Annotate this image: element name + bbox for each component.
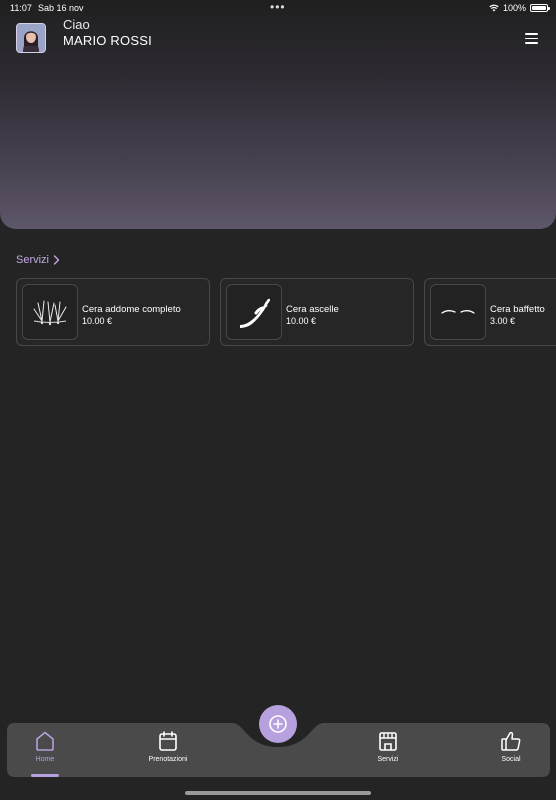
plus-circle-icon <box>269 715 287 733</box>
thumbs-up-icon <box>501 731 521 751</box>
calendar-icon <box>159 731 177 751</box>
status-date: Sab 16 nov <box>38 3 84 13</box>
service-name: Cera baffetto <box>490 304 545 315</box>
avatar[interactable] <box>16 23 46 53</box>
service-name: Cera addome completo <box>82 304 181 315</box>
service-thumbnail <box>22 284 78 340</box>
status-bar: 11:07 Sab 16 nov ••• 100% <box>0 0 556 16</box>
wifi-icon <box>489 4 499 12</box>
active-tab-indicator <box>31 774 59 777</box>
service-price: 10.00 € <box>82 316 113 326</box>
service-card[interactable]: Cera ascelle 10.00 € <box>220 278 414 346</box>
arm-icon <box>240 298 271 328</box>
service-price: 3.00 € <box>490 316 516 326</box>
greeting: Ciao <box>63 17 90 32</box>
service-card[interactable]: Cera addome completo 10.00 € <box>16 278 210 346</box>
tab-home[interactable]: Home <box>10 730 80 763</box>
services-section-link[interactable]: Servizi <box>16 254 60 266</box>
add-booking-button[interactable] <box>259 705 297 743</box>
service-name: Cera ascelle <box>286 304 339 315</box>
home-icon <box>36 731 54 751</box>
hamburger-menu-icon[interactable] <box>525 33 538 44</box>
status-indicators: 100% <box>489 3 550 13</box>
tab-social-label: Social <box>501 756 521 763</box>
tab-prenotazioni[interactable]: Prenotazioni <box>133 730 203 763</box>
multitasking-dots-icon[interactable]: ••• <box>270 0 286 14</box>
status-time: 11:07 <box>10 3 32 13</box>
services-section-title: Servizi <box>16 254 50 266</box>
avatar-portrait-icon <box>17 24 45 52</box>
tab-servizi-label: Servizi <box>377 756 399 763</box>
service-price: 10.00 € <box>286 316 317 326</box>
hair-growth-icon <box>33 300 67 326</box>
service-thumbnail <box>430 284 486 340</box>
services-carousel[interactable]: Cera addome completo 10.00 € Cera ascell… <box>16 278 556 346</box>
tab-social[interactable]: Social <box>476 730 546 763</box>
battery-percentage: 100% <box>502 3 526 13</box>
battery-icon <box>530 4 550 12</box>
tab-home-label: Home <box>35 756 55 763</box>
home-indicator <box>185 791 371 795</box>
tab-prenotazioni-label: Prenotazioni <box>148 756 188 763</box>
shop-icon <box>379 732 397 751</box>
chevron-right-icon <box>53 255 60 265</box>
tab-servizi[interactable]: Servizi <box>353 730 423 763</box>
user-name: MARIO ROSSI <box>63 33 152 48</box>
service-thumbnail <box>226 284 282 340</box>
eyebrows-icon <box>441 310 475 314</box>
service-card[interactable]: Cera baffetto 3.00 € <box>424 278 556 346</box>
